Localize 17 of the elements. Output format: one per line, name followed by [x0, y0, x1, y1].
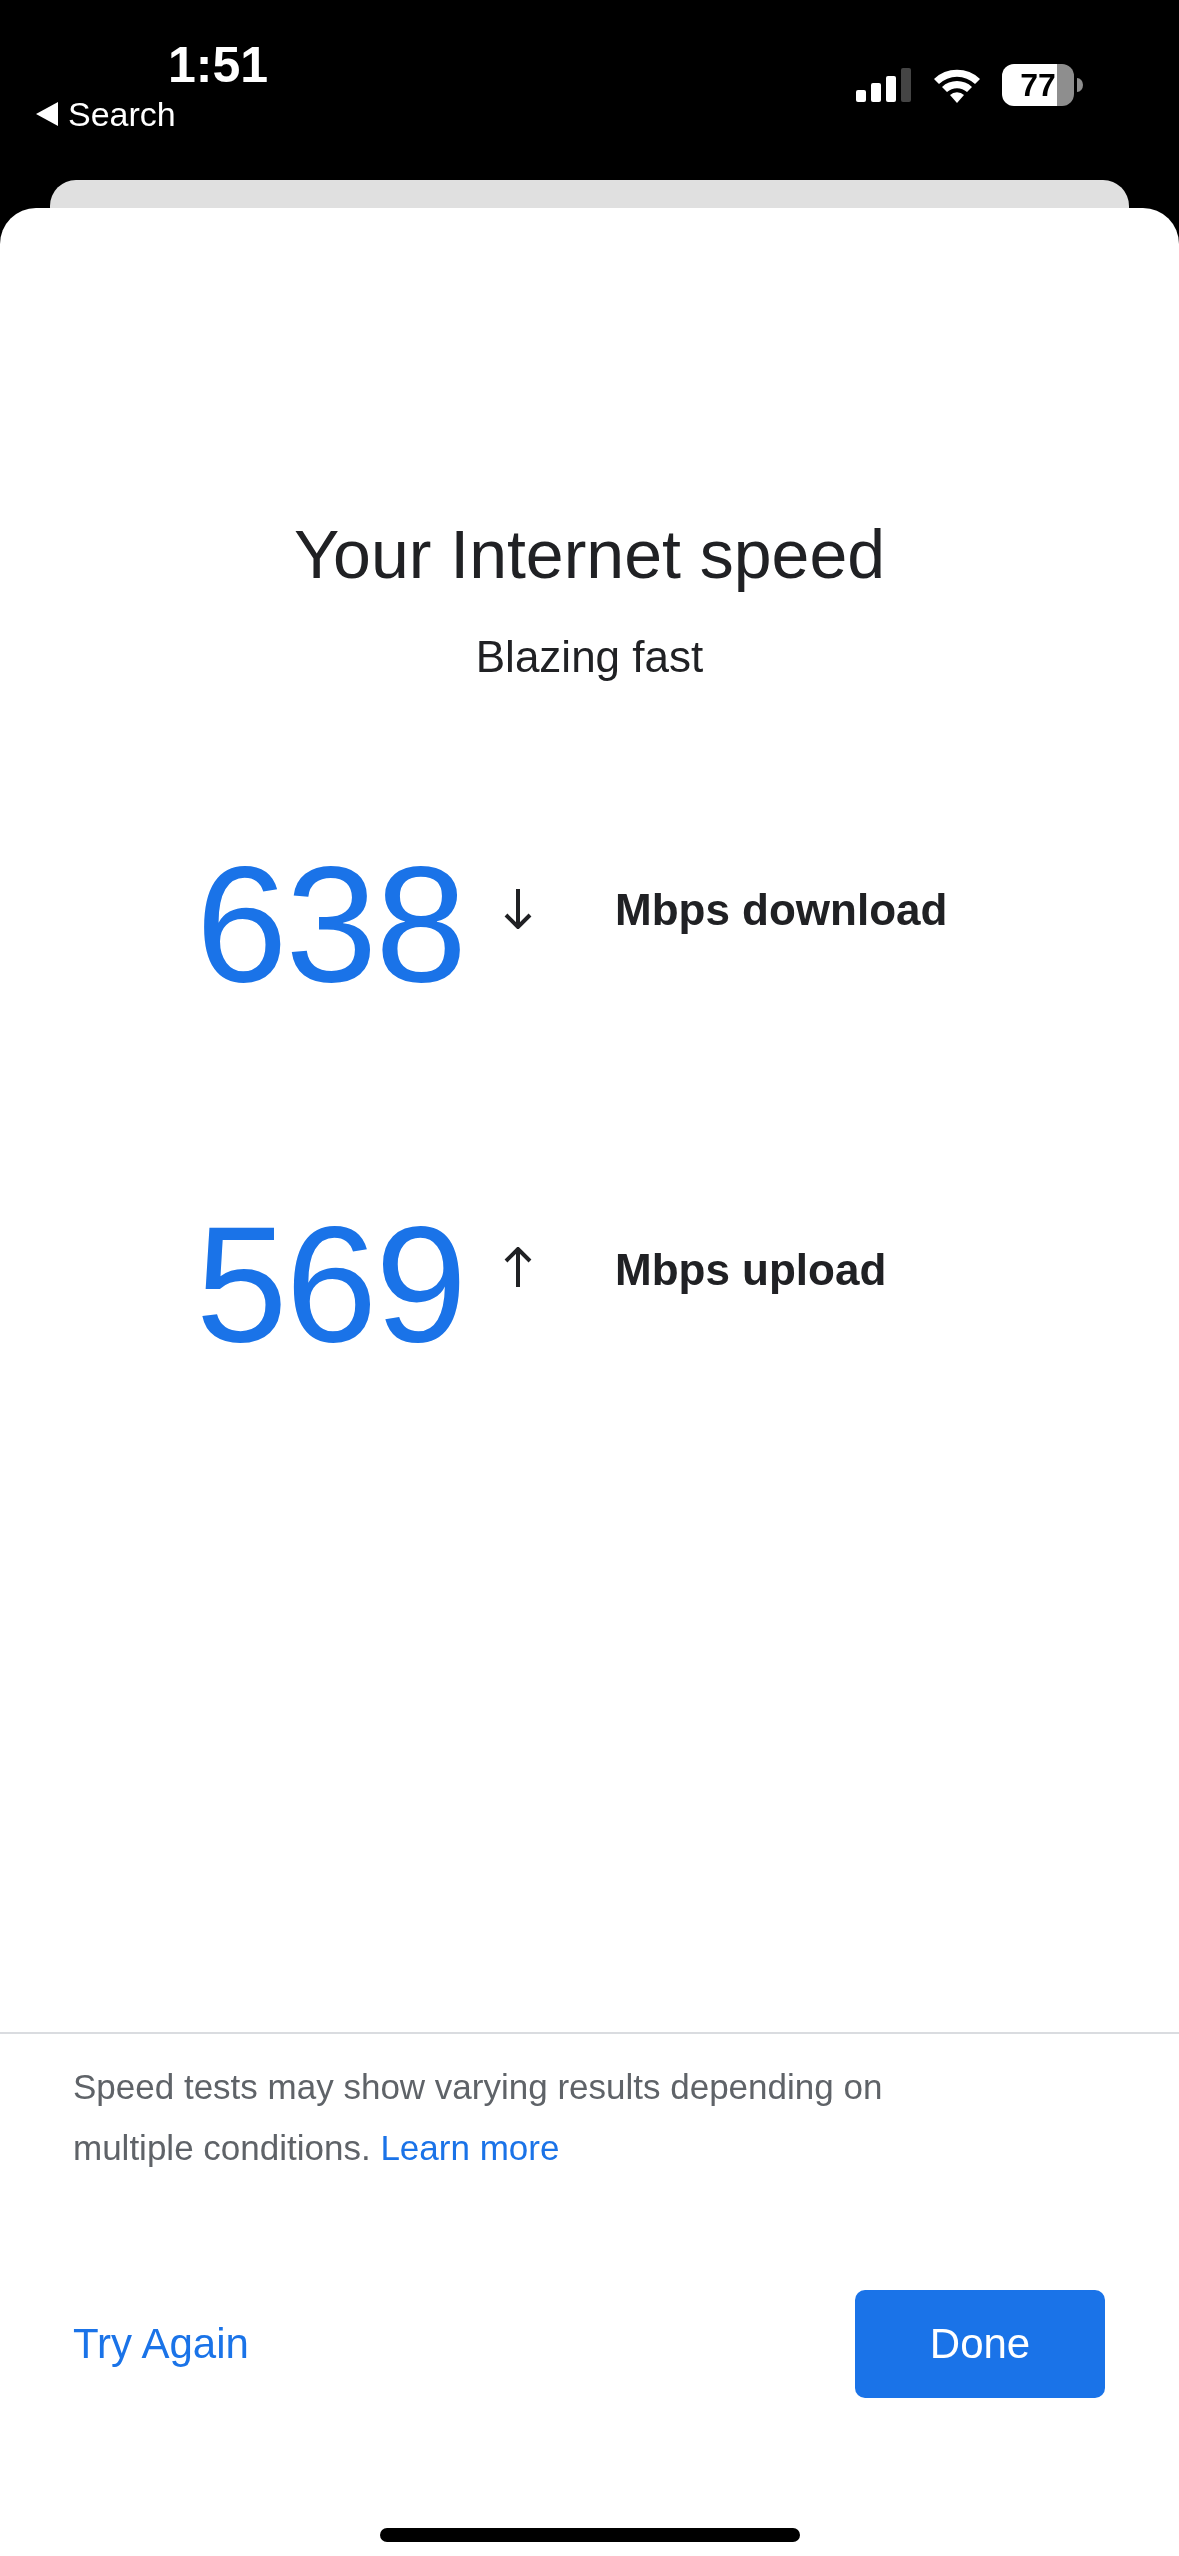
- speed-unit-label: Mbps upload: [615, 1245, 887, 1295]
- done-button[interactable]: Done: [855, 2290, 1105, 2398]
- back-triangle-icon: [36, 102, 58, 126]
- speed-value: 638: [194, 831, 465, 1018]
- try-again-button[interactable]: Try Again: [73, 2320, 249, 2368]
- up-arrow-icon: [503, 1247, 533, 1289]
- speed-value: 569: [194, 1191, 465, 1378]
- page-title: Your Internet speed: [292, 515, 887, 594]
- learn-more-link[interactable]: Learn more: [380, 2128, 560, 2167]
- speed-rating: Blazing fast: [474, 631, 705, 683]
- disclaimer-text: Speed tests may show varying results depending on multiple conditions. Learn more: [73, 2066, 884, 2169]
- wifi-icon: [932, 67, 982, 103]
- signal-icon: [856, 68, 912, 102]
- speed-unit-label: Mbps download: [615, 885, 948, 935]
- clock-time: 1:51: [168, 36, 269, 94]
- back-link[interactable]: Search: [36, 94, 176, 134]
- down-arrow-icon: [503, 887, 533, 929]
